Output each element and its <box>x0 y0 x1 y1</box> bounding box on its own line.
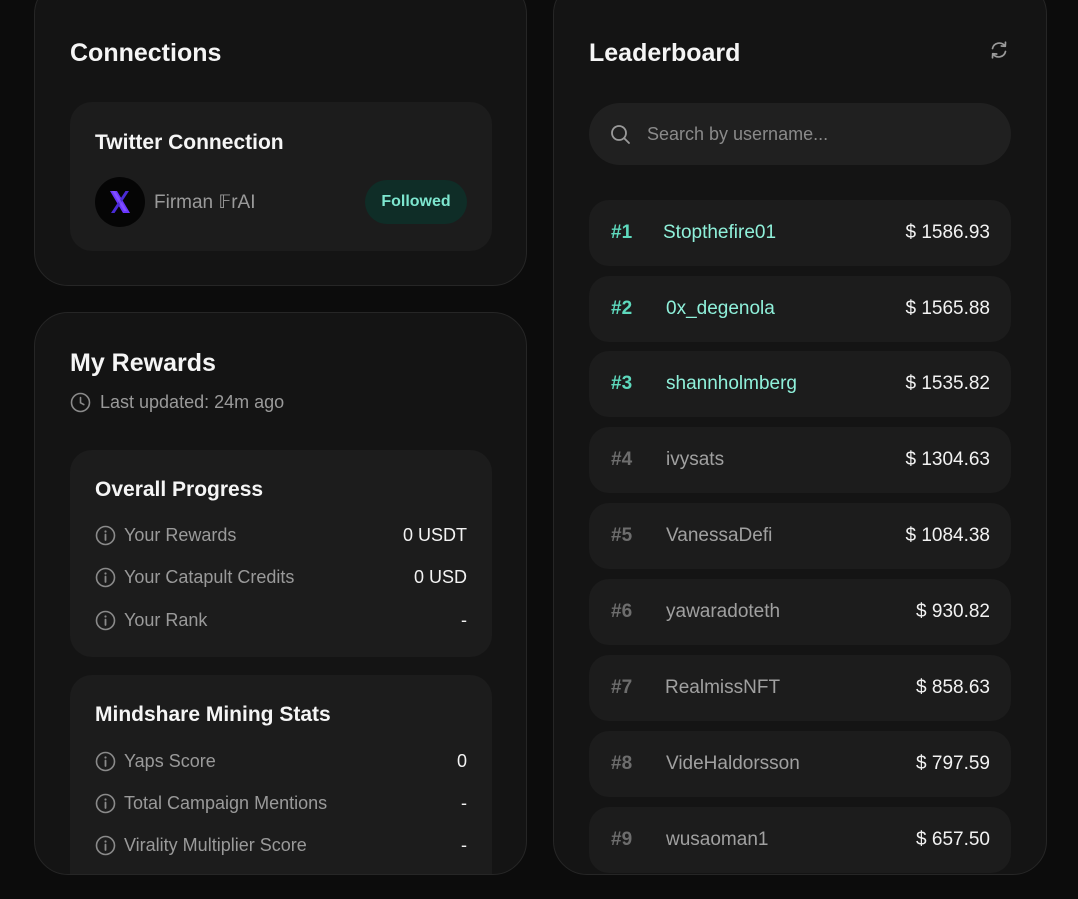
clock-icon <box>70 392 91 413</box>
stat-value: - <box>461 792 467 813</box>
leaderboard-rank: #2 <box>611 298 633 319</box>
my-rewards-title: My Rewards <box>70 349 216 377</box>
leaderboard-score: $ 1535.82 <box>905 373 990 394</box>
leaderboard-rank: #9 <box>611 829 633 850</box>
stat-value: 0 <box>456 750 467 771</box>
x-logo-icon <box>110 191 130 213</box>
leaderboard-score: $ 1586.93 <box>905 222 990 243</box>
search-box <box>589 103 1011 165</box>
mindshare-stats-title: Mindshare Mining Stats <box>95 703 331 726</box>
leaderboard-row[interactable]: #2 0x_degenola $ 1565.88 <box>589 276 1011 342</box>
followed-button[interactable]: Followed <box>365 180 467 224</box>
stat-label: Yaps Score <box>124 750 216 771</box>
stat-label: Total Campaign Mentions <box>124 792 328 813</box>
connections-panel: Connections Twitter Connection Firman 𝔽r… <box>34 0 527 286</box>
info-icon[interactable] <box>95 610 116 631</box>
twitter-connection-title: Twitter Connection <box>95 131 284 154</box>
last-updated: Last updated: 24m ago <box>70 392 284 413</box>
leaderboard-rank: #3 <box>611 373 633 394</box>
leaderboard-row[interactable]: #8 VideHaldorsson $ 797.59 <box>589 731 1011 797</box>
overall-progress-card: Overall Progress Your Rewards 0 USDT You… <box>70 450 492 657</box>
avatar <box>95 177 145 227</box>
stat-value: - <box>461 609 467 630</box>
stat-value: 0 USDT <box>402 524 467 545</box>
stat-label: Virality Multiplier Score <box>124 834 307 855</box>
leaderboard-row[interactable]: #9 wusaoman1 $ 657.50 <box>589 807 1011 873</box>
leaderboard-rank: #6 <box>611 601 633 622</box>
leaderboard-row[interactable]: #5 VanessaDefi $ 1084.38 <box>589 503 1011 569</box>
leaderboard-username: VideHaldorsson <box>666 753 800 774</box>
leaderboard-row[interactable]: #4 ivysats $ 1304.63 <box>589 427 1011 493</box>
info-icon[interactable] <box>95 567 116 588</box>
search-input[interactable] <box>645 103 995 165</box>
leaderboard-row[interactable]: #3 shannholmberg $ 1535.82 <box>589 351 1011 417</box>
leaderboard-username: wusaoman1 <box>666 829 769 850</box>
info-icon[interactable] <box>95 525 116 546</box>
leaderboard-rank: #1 <box>611 222 633 243</box>
stat-row-your-rewards: Your Rewards 0 USDT <box>95 522 467 548</box>
info-icon[interactable] <box>95 751 116 772</box>
my-rewards-panel: My Rewards Last updated: 24m ago Overall… <box>34 312 527 875</box>
overall-progress-title: Overall Progress <box>95 478 264 501</box>
leaderboard-score: $ 1304.63 <box>905 449 990 470</box>
leaderboard-username: RealmissNFT <box>665 677 781 698</box>
leaderboard-row[interactable]: #1 Stopthefire01 $ 1586.93 <box>589 200 1011 266</box>
last-updated-text: Last updated: 24m ago <box>100 392 285 412</box>
refresh-icon <box>991 41 1007 59</box>
stat-row-yaps-score: Yaps Score 0 <box>95 748 467 774</box>
stat-row-catapult-credits: Your Catapult Credits 0 USD <box>95 564 467 590</box>
leaderboard-username: shannholmberg <box>666 373 797 394</box>
leaderboard-score: $ 657.50 <box>916 829 990 850</box>
stat-value: - <box>461 834 467 855</box>
connections-title: Connections <box>70 39 222 67</box>
stat-row-virality-multiplier-score: Virality Multiplier Score - <box>95 832 467 858</box>
leaderboard-score: $ 797.59 <box>916 753 990 774</box>
leaderboard-username: VanessaDefi <box>666 525 773 546</box>
refresh-button[interactable] <box>986 37 1012 63</box>
leaderboard-score: $ 930.82 <box>916 601 990 622</box>
search-icon <box>611 125 630 144</box>
mindshare-mining-stats-card: Mindshare Mining Stats Yaps Score 0 Tota… <box>70 675 492 874</box>
leaderboard-rank: #7 <box>611 677 633 698</box>
leaderboard-username: Stopthefire01 <box>663 222 777 243</box>
leaderboard-row[interactable]: #6 yawaradoteth $ 930.82 <box>589 579 1011 645</box>
twitter-connection-card: Twitter Connection Firman 𝔽rAI Followed <box>70 102 492 251</box>
leaderboard-score: $ 858.63 <box>916 677 990 698</box>
leaderboard-rank: #5 <box>611 525 633 546</box>
leaderboard-username: yawaradoteth <box>666 601 781 622</box>
leaderboard-rank: #4 <box>611 449 633 470</box>
leaderboard-username: 0x_degenola <box>666 298 775 319</box>
stat-label: Your Catapult Credits <box>124 566 295 587</box>
leaderboard-title: Leaderboard <box>589 39 741 67</box>
leaderboard-panel: Leaderboard #1 Stopthefire01 $ 1586.93 #… <box>553 0 1047 875</box>
twitter-user-name: Firman 𝔽rAI <box>154 192 256 213</box>
info-icon[interactable] <box>95 793 116 814</box>
leaderboard-rank: #8 <box>611 753 633 774</box>
stat-label: Your Rank <box>124 609 208 630</box>
leaderboard-row[interactable]: #7 RealmissNFT $ 858.63 <box>589 655 1011 721</box>
leaderboard-score: $ 1565.88 <box>905 298 990 319</box>
leaderboard-username: ivysats <box>666 449 725 470</box>
stat-value: 0 USD <box>413 566 467 587</box>
stat-label: Your Rewards <box>124 524 237 545</box>
info-icon[interactable] <box>95 835 116 856</box>
leaderboard-score: $ 1084.38 <box>905 525 990 546</box>
stat-row-total-campaign-mentions: Total Campaign Mentions - <box>95 790 467 816</box>
stat-row-your-rank: Your Rank - <box>95 607 467 633</box>
